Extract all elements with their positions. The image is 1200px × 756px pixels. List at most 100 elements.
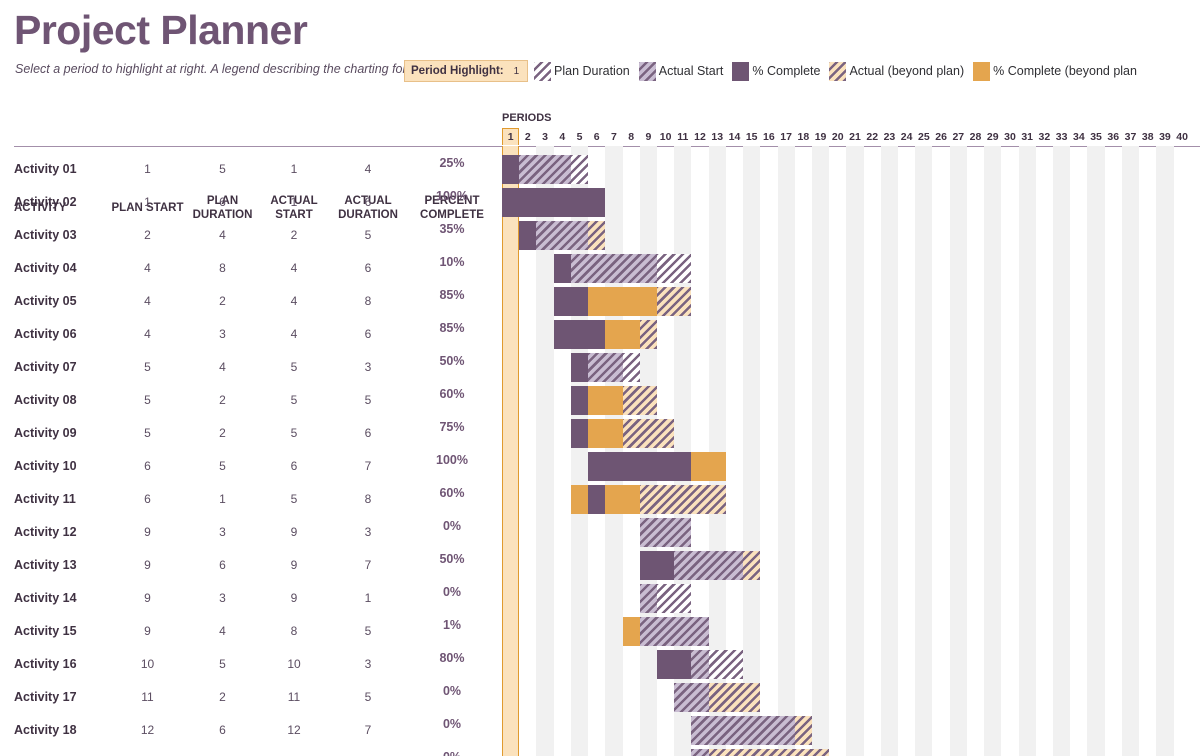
cell-actual-duration: 6 <box>364 426 372 440</box>
period-tick-10[interactable]: 10 <box>657 128 674 145</box>
period-tick-40[interactable]: 40 <box>1174 128 1191 145</box>
period-tick-16[interactable]: 16 <box>760 128 777 145</box>
cell-percent-complete: 10% <box>439 255 465 269</box>
table-row[interactable]: Activity 13 9 6 9 7 50% <box>0 549 496 582</box>
period-tick-38[interactable]: 38 <box>1139 128 1156 145</box>
cell-actual-start: 6 <box>290 459 298 473</box>
gantt-bar-complete <box>553 320 606 349</box>
period-tick-2[interactable]: 2 <box>519 128 536 145</box>
period-tick-26[interactable]: 26 <box>932 128 949 145</box>
table-row[interactable]: Activity 18 12 6 12 7 0% <box>0 714 496 747</box>
gantt-bar-actual <box>639 584 657 613</box>
period-tick-17[interactable]: 17 <box>778 128 795 145</box>
period-tick-34[interactable]: 34 <box>1070 128 1087 145</box>
gantt-row <box>502 351 1191 384</box>
table-header: ACTIVITY PLAN START PLAN DURATION ACTUAL… <box>0 96 496 221</box>
table-row[interactable]: Activity 16 10 5 10 3 80% <box>0 648 496 681</box>
period-tick-27[interactable]: 27 <box>950 128 967 145</box>
period-tick-3[interactable]: 3 <box>536 128 553 145</box>
table-row[interactable]: Activity 02 1 6 1 6 100% <box>0 186 496 219</box>
period-tick-5[interactable]: 5 <box>571 128 588 145</box>
table-row[interactable]: Activity 03 2 4 2 5 35% <box>0 219 496 252</box>
table-row[interactable]: Activity 05 4 2 4 8 85% <box>0 285 496 318</box>
table-row[interactable]: Activity 04 4 8 4 6 10% <box>0 252 496 285</box>
period-tick-18[interactable]: 18 <box>795 128 812 145</box>
instruction-text: Select a period to highlight at right. A… <box>15 62 434 76</box>
gantt-chart <box>502 146 1191 756</box>
cell-percent-complete: 85% <box>439 288 465 302</box>
cell-plan-duration: 6 <box>219 195 226 209</box>
table-row[interactable]: Activity 06 4 3 4 6 85% <box>0 318 496 351</box>
period-tick-37[interactable]: 37 <box>1122 128 1139 145</box>
table-row[interactable]: Activity 07 5 4 5 3 50% <box>0 351 496 384</box>
period-tick-15[interactable]: 15 <box>743 128 760 145</box>
period-tick-23[interactable]: 23 <box>881 128 898 145</box>
period-tick-32[interactable]: 32 <box>1036 128 1053 145</box>
period-tick-22[interactable]: 22 <box>864 128 881 145</box>
gantt-row <box>502 417 1191 450</box>
period-tick-20[interactable]: 20 <box>829 128 846 145</box>
cell-plan-duration: 5 <box>219 459 226 473</box>
gantt-bar-beyond <box>588 221 606 250</box>
period-tick-39[interactable]: 39 <box>1156 128 1173 145</box>
period-tick-1[interactable]: 1 <box>502 128 520 145</box>
period-tick-30[interactable]: 30 <box>1001 128 1018 145</box>
period-tick-14[interactable]: 14 <box>726 128 743 145</box>
legend-item-beyond: Actual (beyond plan) <box>829 61 964 81</box>
periods-header-label: PERIODS <box>502 112 552 124</box>
period-tick-31[interactable]: 31 <box>1019 128 1036 145</box>
cell-plan-duration: 6 <box>219 723 226 737</box>
period-tick-8[interactable]: 8 <box>623 128 640 145</box>
gantt-bar-plan <box>570 155 589 184</box>
period-tick-36[interactable]: 36 <box>1105 128 1122 145</box>
gantt-bar-complete <box>570 353 589 382</box>
period-tick-7[interactable]: 7 <box>605 128 622 145</box>
table-row[interactable]: Activity 17 11 2 11 5 0% <box>0 681 496 714</box>
gantt-bar-completebeyond <box>588 386 623 415</box>
cell-actual-start: 4 <box>290 294 298 308</box>
table-row[interactable]: Activity 191261280% <box>0 747 496 756</box>
chart-legend: Plan Duration Actual Start % Complete Actua… <box>534 61 1146 81</box>
period-tick-19[interactable]: 19 <box>812 128 829 145</box>
period-tick-21[interactable]: 21 <box>846 128 863 145</box>
gantt-bar-plan <box>656 584 692 613</box>
period-tick-24[interactable]: 24 <box>898 128 915 145</box>
legend-swatch-beyond-icon <box>829 61 847 81</box>
period-tick-6[interactable]: 6 <box>588 128 605 145</box>
gantt-row <box>502 516 1191 549</box>
period-tick-4[interactable]: 4 <box>554 128 571 145</box>
period-tick-35[interactable]: 35 <box>1087 128 1104 145</box>
cell-actual-duration: 5 <box>364 690 372 704</box>
gantt-bar-complete <box>588 452 692 481</box>
cell-plan-duration: 6 <box>180 747 265 756</box>
table-row[interactable]: Activity 11 6 1 5 8 60% <box>0 483 496 516</box>
period-tick-9[interactable]: 9 <box>640 128 657 145</box>
cell-actual-start: 1 <box>290 162 298 176</box>
table-row[interactable]: Activity 14 9 3 9 1 0% <box>0 582 496 615</box>
table-row[interactable]: Activity 15 9 4 8 5 1% <box>0 615 496 648</box>
period-tick-29[interactable]: 29 <box>984 128 1001 145</box>
cell-actual-start: 5 <box>290 360 298 374</box>
period-tick-13[interactable]: 13 <box>709 128 726 145</box>
table-row[interactable]: Activity 10 6 5 6 7 100% <box>0 450 496 483</box>
gantt-bar-beyond <box>656 287 692 316</box>
period-tick-12[interactable]: 12 <box>691 128 708 145</box>
cell-plan-duration: 4 <box>219 360 226 374</box>
period-tick-28[interactable]: 28 <box>967 128 984 145</box>
period-tick-33[interactable]: 33 <box>1053 128 1070 145</box>
gantt-bar-completebeyond <box>570 485 589 514</box>
table-row[interactable]: Activity 12 9 3 9 3 0% <box>0 516 496 549</box>
cell-plan-duration: 4 <box>219 228 226 242</box>
table-row[interactable]: Activity 01 1 5 1 4 25% <box>0 153 496 186</box>
cell-actual-duration: 4 <box>364 162 372 176</box>
cell-actual-duration: 7 <box>364 459 372 473</box>
table-row[interactable]: Activity 09 5 2 5 6 75% <box>0 417 496 450</box>
cell-percent-complete: 0% <box>442 519 462 533</box>
cell-actual-duration: 6 <box>364 261 372 275</box>
period-highlight-selector[interactable]: Period Highlight: 1 <box>404 60 528 82</box>
period-tick-11[interactable]: 11 <box>674 128 691 145</box>
period-highlight-value[interactable]: 1 <box>514 66 520 77</box>
gantt-row <box>502 384 1191 417</box>
period-tick-25[interactable]: 25 <box>915 128 932 145</box>
table-row[interactable]: Activity 08 5 2 5 5 60% <box>0 384 496 417</box>
